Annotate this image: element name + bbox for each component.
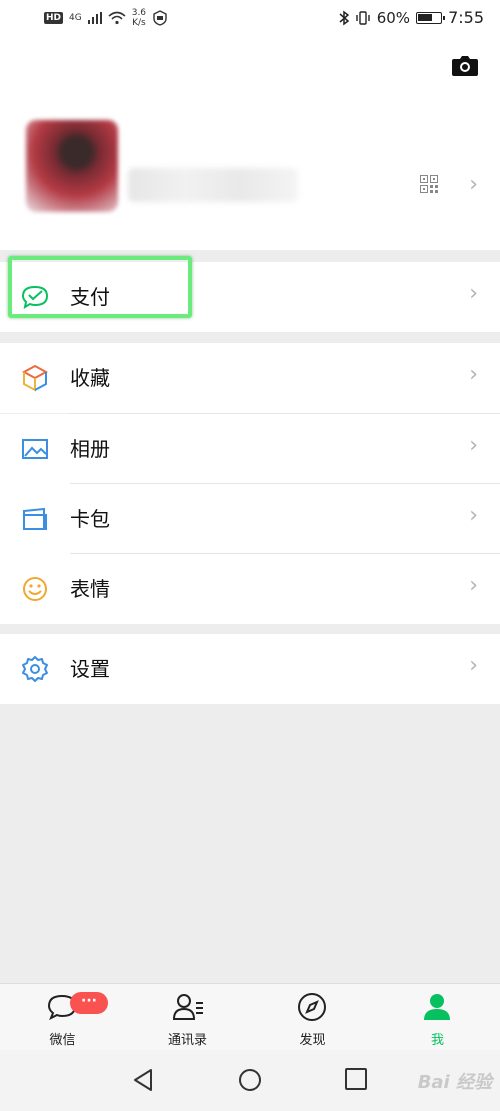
shield-app-icon <box>153 10 167 26</box>
tab-label-contacts: 通讯录 <box>167 1033 207 1048</box>
hd-indicator: HD <box>44 12 64 24</box>
qr-code-icon[interactable] <box>420 175 438 193</box>
person-icon <box>424 994 450 1020</box>
menu-label-settings: 设置 <box>70 657 110 681</box>
menu-item-stickers[interactable]: 表情 › <box>0 554 500 624</box>
compass-icon <box>298 993 326 1021</box>
card-wallet-icon <box>23 507 47 530</box>
battery-icon <box>416 11 446 24</box>
menu-item-favorites[interactable]: 收藏 › <box>0 343 500 413</box>
chevron-right-icon: › <box>469 653 478 678</box>
status-left: HD 4G 3.6 K/s <box>44 8 168 28</box>
status-right: 60% 7:55 <box>339 8 484 27</box>
home-icon[interactable] <box>238 1068 262 1092</box>
status-bar: HD 4G 3.6 K/s 60% 7:55 <box>0 0 500 38</box>
profile-header[interactable]: › <box>0 38 500 250</box>
avatar[interactable] <box>26 120 118 212</box>
bottom-tab-bar: ··· 微信 通讯录 发现 我 <box>0 983 500 1050</box>
profile-chevron-icon: › <box>469 172 478 197</box>
contacts-icon <box>172 994 203 1020</box>
camera-icon[interactable] <box>452 56 478 76</box>
chevron-right-icon: › <box>469 362 478 387</box>
system-nav-bar: Bai 经验 <box>0 1050 500 1111</box>
menu-label-favorites: 收藏 <box>70 366 110 390</box>
chevron-right-icon: › <box>469 573 478 598</box>
tab-label-discover: 发现 <box>299 1033 326 1048</box>
tab-contacts[interactable]: 通讯录 <box>125 984 250 1051</box>
signal-icon <box>87 12 102 24</box>
smile-icon <box>23 577 47 601</box>
profile-name-blurred <box>128 168 298 202</box>
menu-label-album: 相册 <box>70 437 110 461</box>
tab-label-chats: 微信 <box>49 1033 76 1048</box>
cube-icon <box>21 364 49 392</box>
tab-me[interactable]: 我 <box>375 984 500 1051</box>
menu-item-cards[interactable]: 卡包 › <box>0 484 500 554</box>
menu-item-album[interactable]: 相册 › <box>0 414 500 484</box>
menu-label-stickers: 表情 <box>70 577 110 601</box>
unread-badge: ··· <box>70 992 108 1014</box>
network-speed: 3.6 K/s <box>132 8 146 28</box>
watermark: Bai 经验 <box>417 1072 492 1093</box>
network-type: 4G <box>69 13 82 23</box>
bluetooth-icon <box>339 10 349 25</box>
clock: 7:55 <box>448 8 484 27</box>
tab-chats[interactable]: ··· 微信 <box>0 984 125 1051</box>
battery-percent: 60% <box>376 8 411 27</box>
speed-unit: K/s <box>132 18 146 28</box>
tab-discover[interactable]: 发现 <box>250 984 375 1051</box>
chevron-right-icon: › <box>469 503 478 528</box>
menu-label-pay: 支付 <box>70 285 110 309</box>
tab-label-me: 我 <box>430 1033 444 1048</box>
wallet-check-icon <box>21 285 49 310</box>
speed-value: 3.6 <box>131 8 147 18</box>
menu-item-settings[interactable]: 设置 › <box>0 634 500 704</box>
back-icon[interactable] <box>132 1068 154 1092</box>
chevron-right-icon: › <box>469 281 478 306</box>
menu-item-pay[interactable]: 支付 › <box>0 262 500 332</box>
recent-apps-icon[interactable] <box>345 1068 367 1090</box>
picture-icon <box>22 439 48 459</box>
wifi-icon <box>108 11 126 25</box>
menu-label-cards: 卡包 <box>70 507 110 531</box>
chevron-right-icon: › <box>469 433 478 458</box>
gear-icon <box>22 656 48 682</box>
vibrate-icon <box>356 10 370 25</box>
